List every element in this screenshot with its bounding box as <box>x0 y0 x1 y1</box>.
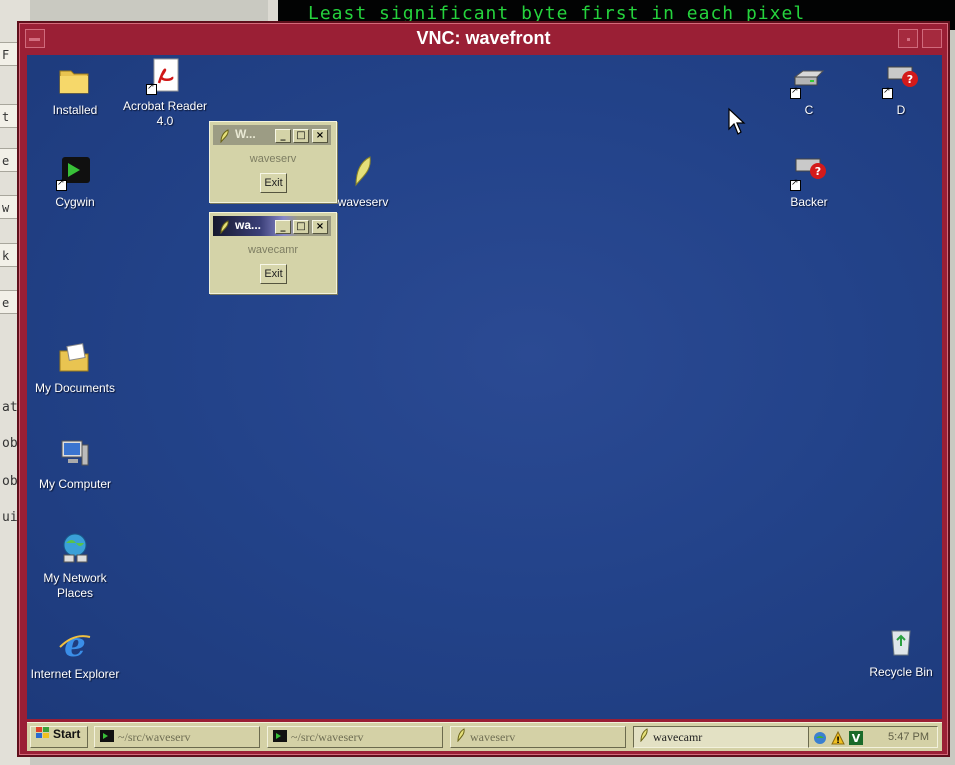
window-menu-button[interactable] <box>25 29 45 48</box>
mouse-cursor-icon <box>727 107 749 137</box>
desktop-icon-my-network-places[interactable]: My Network Places <box>27 529 123 601</box>
icon-label: My Computer <box>38 477 112 491</box>
windows-logo-icon <box>36 727 49 742</box>
background-text: ui <box>2 510 18 525</box>
vnc-server-icon[interactable]: V <box>849 730 863 745</box>
icon-label: Recycle Bin <box>869 665 933 679</box>
taskbar-button-terminal[interactable]: ~/src/waveserv <box>94 726 260 748</box>
acrobat-icon <box>146 57 184 95</box>
taskbar-button-terminal[interactable]: ~/src/waveserv <box>267 726 443 748</box>
svg-text:!: ! <box>836 736 840 745</box>
minimize-button[interactable]: _ <box>275 220 291 234</box>
taskbar-button-wavecamr[interactable]: wavecamr <box>633 726 809 748</box>
icon-label: C <box>804 103 814 117</box>
cygwin-icon <box>56 153 94 191</box>
taskbar-button-label: ~/src/waveserv <box>291 730 364 744</box>
window-title-bar[interactable]: W... _ □ × <box>213 125 331 145</box>
remote-desktop[interactable]: Installed Acrobat Reader 4.0 Cygwin wave… <box>27 55 942 719</box>
computer-icon <box>56 435 94 473</box>
shortcut-arrow-icon <box>146 82 157 95</box>
clock: 5:47 PM <box>888 731 929 743</box>
desktop-icon-drive-c[interactable]: C <box>761 61 857 118</box>
wavecamr-window: wa... _ □ × wavecamr Exit <box>209 212 337 294</box>
system-tray: ! V 5:47 PM <box>808 726 938 748</box>
security-alert-icon[interactable]: ! <box>831 730 845 746</box>
network-icon <box>56 529 94 567</box>
background-text: at <box>2 400 18 415</box>
maximize-button[interactable]: □ <box>293 129 309 143</box>
maximize-button[interactable] <box>922 29 942 48</box>
icon-label: My Network Places <box>43 571 107 600</box>
minimize-button[interactable] <box>898 29 918 48</box>
shortcut-arrow-icon <box>790 178 801 191</box>
window-label: waveserv <box>249 153 297 165</box>
desktop-icon-my-documents[interactable]: My Documents <box>27 339 123 396</box>
background-text: ob <box>2 436 18 451</box>
icon-label: Backer <box>790 195 828 209</box>
icon-label: Installed <box>52 103 98 117</box>
icon-label: My Documents <box>34 381 116 395</box>
window-title: W... <box>235 127 256 141</box>
folder-icon <box>56 61 94 99</box>
window-title: wa... <box>235 218 262 232</box>
desktop-icon-my-computer[interactable]: My Computer <box>27 435 123 492</box>
waveserv-window: W... _ □ × waveserv Exit <box>209 121 337 203</box>
close-button[interactable]: × <box>312 129 328 143</box>
feather-icon <box>456 728 466 747</box>
window-label: wavecamr <box>247 244 299 256</box>
feather-icon <box>344 153 382 191</box>
taskbar-button-label: wavecamr <box>653 730 703 744</box>
desktop-icon-drive-d[interactable]: ? D <box>853 61 942 118</box>
window-title-bar[interactable]: wa... _ □ × <box>213 216 331 236</box>
cygwin-icon <box>273 728 287 747</box>
network-drive-icon: ? <box>882 61 920 99</box>
minimize-button[interactable]: _ <box>275 129 291 143</box>
shortcut-arrow-icon <box>790 86 801 99</box>
hard-drive-icon <box>790 61 828 99</box>
svg-text:e: e <box>64 625 86 663</box>
exit-button[interactable]: Exit <box>260 173 287 193</box>
network-drive-icon: ? <box>790 153 828 191</box>
icon-label: D <box>896 103 906 117</box>
feather-icon <box>218 128 230 144</box>
taskbar-button-label: waveserv <box>470 730 516 744</box>
taskbar-button-label: ~/src/waveserv <box>118 730 191 744</box>
background-text: ob <box>2 474 18 489</box>
start-label: Start <box>53 727 81 741</box>
exit-button[interactable]: Exit <box>260 264 287 284</box>
icon-label: Cygwin <box>55 195 95 209</box>
recycle-bin-icon <box>882 623 920 661</box>
vnc-window: VNC: wavefront Installed Acrobat Reader … <box>17 21 950 757</box>
maximize-button[interactable]: □ <box>293 220 309 234</box>
icon-label: Acrobat Reader 4.0 <box>122 99 208 128</box>
cygwin-icon <box>100 728 114 747</box>
vnc-title-bar[interactable]: VNC: wavefront <box>19 23 948 53</box>
desktop-icon-backer[interactable]: ? Backer <box>761 153 857 210</box>
start-button[interactable]: Start <box>30 726 88 748</box>
desktop-icon-installed[interactable]: Installed <box>27 61 123 118</box>
desktop-icon-internet-explorer[interactable]: e Internet Explorer <box>27 625 123 682</box>
feather-icon <box>218 219 230 235</box>
shortcut-arrow-icon <box>56 178 67 191</box>
network-status-icon[interactable] <box>813 730 827 744</box>
svg-text:?: ? <box>815 165 821 178</box>
desktop-icon-acrobat[interactable]: Acrobat Reader 4.0 <box>117 57 213 129</box>
svg-text:V: V <box>852 732 861 745</box>
svg-text:?: ? <box>907 73 913 86</box>
shortcut-arrow-icon <box>882 86 893 99</box>
internet-explorer-icon: e <box>56 625 94 665</box>
documents-folder-icon <box>56 339 94 377</box>
taskbar-button-waveserv[interactable]: waveserv <box>450 726 626 748</box>
taskbar: Start ~/src/waveserv ~/src/waveserv wave… <box>27 722 942 751</box>
feather-icon <box>639 728 649 747</box>
icon-label: Internet Explorer <box>30 667 120 681</box>
desktop-icon-cygwin[interactable]: Cygwin <box>27 153 123 210</box>
close-button[interactable]: × <box>312 220 328 234</box>
desktop-icon-recycle-bin[interactable]: Recycle Bin <box>853 623 942 680</box>
